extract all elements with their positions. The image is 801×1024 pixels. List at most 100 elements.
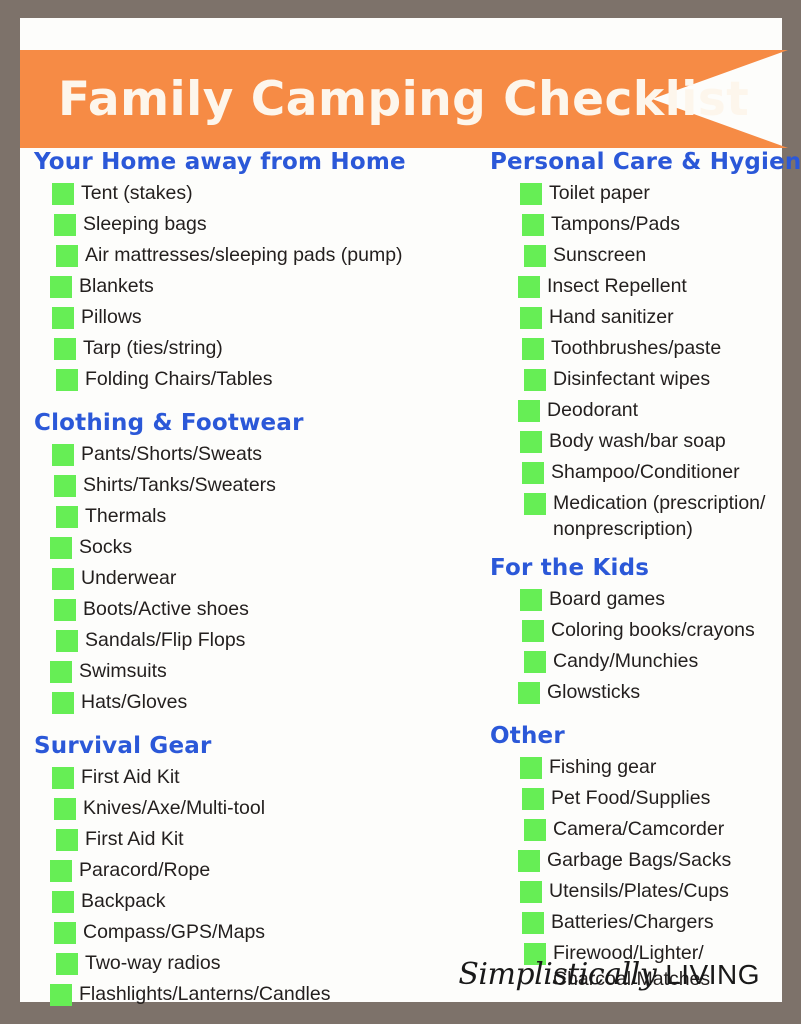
checkbox-icon[interactable] (520, 881, 542, 903)
checklist-item[interactable]: Hats/Gloves (32, 689, 487, 720)
checkbox-icon[interactable] (56, 369, 78, 391)
checkbox-icon[interactable] (520, 589, 542, 611)
checklist-item-label: Board games (549, 588, 665, 610)
checklist-item[interactable]: Body wash/bar soap (488, 428, 778, 459)
checklist-item[interactable]: Tarp (ties/string) (34, 335, 487, 366)
checklist-item[interactable]: Two-way radios (36, 950, 487, 981)
checkbox-icon[interactable] (520, 431, 542, 453)
checklist-item[interactable]: Blankets (30, 273, 487, 304)
checklist-item-label: Flashlights/Lanterns/Candles (79, 983, 331, 1005)
checkbox-icon[interactable] (56, 506, 78, 528)
checkbox-icon[interactable] (520, 307, 542, 329)
checklist-item[interactable]: Knives/Axe/Multi-tool (34, 795, 487, 826)
checkbox-icon[interactable] (54, 599, 76, 621)
checklist-item[interactable]: Sleeping bags (34, 211, 487, 242)
checklist-item[interactable]: Pet Food/Supplies (490, 785, 778, 816)
checklist-item[interactable]: Garbage Bags/Sacks (486, 847, 778, 878)
checkbox-icon[interactable] (522, 620, 544, 642)
checkbox-icon[interactable] (50, 984, 72, 1006)
checkbox-icon[interactable] (50, 860, 72, 882)
checklist-item[interactable]: First Aid Kit (32, 764, 487, 795)
checkbox-icon[interactable] (52, 307, 74, 329)
checkbox-icon[interactable] (50, 537, 72, 559)
checkbox-icon[interactable] (56, 953, 78, 975)
checklist-item[interactable]: Batteries/Chargers (490, 909, 778, 940)
checkbox-icon[interactable] (54, 214, 76, 236)
checklist-item-label: Shirts/Tanks/Sweaters (83, 474, 276, 496)
checklist-item-label: Fishing gear (549, 756, 657, 778)
checkbox-icon[interactable] (52, 444, 74, 466)
checklist-item[interactable]: Folding Chairs/Tables (36, 366, 487, 397)
checkbox-icon[interactable] (518, 682, 540, 704)
checklist-item-label: Insect Repellent (547, 275, 687, 297)
checkbox-icon[interactable] (524, 819, 546, 841)
checkbox-icon[interactable] (50, 661, 72, 683)
brand-logo: Simplistically LIVING (458, 957, 760, 992)
checkbox-icon[interactable] (52, 183, 74, 205)
checkbox-icon[interactable] (50, 276, 72, 298)
checklist-item[interactable]: Candy/Munchies (492, 648, 778, 679)
checklist-item[interactable]: Deodorant (486, 397, 778, 428)
checkbox-icon[interactable] (524, 493, 546, 515)
checklist-item[interactable]: Toothbrushes/paste (490, 335, 778, 366)
checklist-item[interactable]: Insect Repellent (486, 273, 778, 304)
checkbox-icon[interactable] (524, 651, 546, 673)
checklist-item[interactable]: Medication (prescription/ nonprescriptio… (492, 490, 778, 542)
checkbox-icon[interactable] (522, 338, 544, 360)
checklist-item[interactable]: Camera/Camcorder (492, 816, 778, 847)
checklist-items: Toilet paper Tampons/Pads Sunscreen Insect … (488, 180, 778, 542)
checkbox-icon[interactable] (518, 400, 540, 422)
checklist-item[interactable]: Utensils/Plates/Cups (488, 878, 778, 909)
checklist-item[interactable]: Boots/Active shoes (34, 596, 487, 627)
checklist-item-label: Garbage Bags/Sacks (547, 849, 732, 871)
checkbox-icon[interactable] (52, 891, 74, 913)
checkbox-icon[interactable] (54, 338, 76, 360)
checkbox-icon[interactable] (518, 276, 540, 298)
checklist-item[interactable]: Socks (30, 534, 487, 565)
checklist-item[interactable]: Pillows (32, 304, 487, 335)
checklist-item[interactable]: Disinfectant wipes (492, 366, 778, 397)
checklist-item[interactable]: Compass/GPS/Maps (34, 919, 487, 950)
checklist-item[interactable]: Glowsticks (486, 679, 778, 710)
checklist-item[interactable]: Sunscreen (492, 242, 778, 273)
checkbox-icon[interactable] (518, 850, 540, 872)
checklist-item[interactable]: Swimsuits (30, 658, 487, 689)
checklist-item[interactable]: Thermals (36, 503, 487, 534)
checklist-item[interactable]: Tampons/Pads (490, 211, 778, 242)
checkbox-icon[interactable] (52, 767, 74, 789)
checkbox-icon[interactable] (54, 922, 76, 944)
checklist-item[interactable]: Air mattresses/sleeping pads (pump) (36, 242, 487, 273)
checkbox-icon[interactable] (52, 692, 74, 714)
checkbox-icon[interactable] (522, 788, 544, 810)
checklist-item[interactable]: Sandals/Flip Flops (36, 627, 487, 658)
checkbox-icon[interactable] (520, 183, 542, 205)
checklist-item[interactable]: First Aid Kit (36, 826, 487, 857)
checkbox-icon[interactable] (520, 757, 542, 779)
checkbox-icon[interactable] (52, 568, 74, 590)
checkbox-icon[interactable] (524, 369, 546, 391)
checklist-item[interactable]: Fishing gear (488, 754, 778, 785)
checklist-item[interactable]: Hand sanitizer (488, 304, 778, 335)
checklist-item-label: Thermals (85, 505, 167, 527)
checklist-item[interactable]: Tent (stakes) (32, 180, 487, 211)
checkbox-icon[interactable] (524, 245, 546, 267)
checklist-item[interactable]: Underwear (32, 565, 487, 596)
checkbox-icon[interactable] (54, 475, 76, 497)
checklist-item[interactable]: Flashlights/Lanterns/Candles (30, 981, 487, 1012)
checkbox-icon[interactable] (56, 630, 78, 652)
checklist-item[interactable]: Backpack (32, 888, 487, 919)
checklist-item[interactable]: Coloring books/crayons (490, 617, 778, 648)
checklist-item[interactable]: Toilet paper (488, 180, 778, 211)
checklist-item[interactable]: Paracord/Rope (30, 857, 487, 888)
checkbox-icon[interactable] (56, 829, 78, 851)
checklist-items: Tent (stakes) Sleeping bags Air mattresses… (32, 180, 487, 397)
checklist-item[interactable]: Board games (488, 586, 778, 617)
checkbox-icon[interactable] (522, 912, 544, 934)
checklist-item[interactable]: Shampoo/Conditioner (490, 459, 778, 490)
checkbox-icon[interactable] (522, 462, 544, 484)
checklist-item[interactable]: Shirts/Tanks/Sweaters (34, 472, 487, 503)
checkbox-icon[interactable] (56, 245, 78, 267)
checklist-item[interactable]: Pants/Shorts/Sweats (32, 441, 487, 472)
checkbox-icon[interactable] (522, 214, 544, 236)
checkbox-icon[interactable] (54, 798, 76, 820)
